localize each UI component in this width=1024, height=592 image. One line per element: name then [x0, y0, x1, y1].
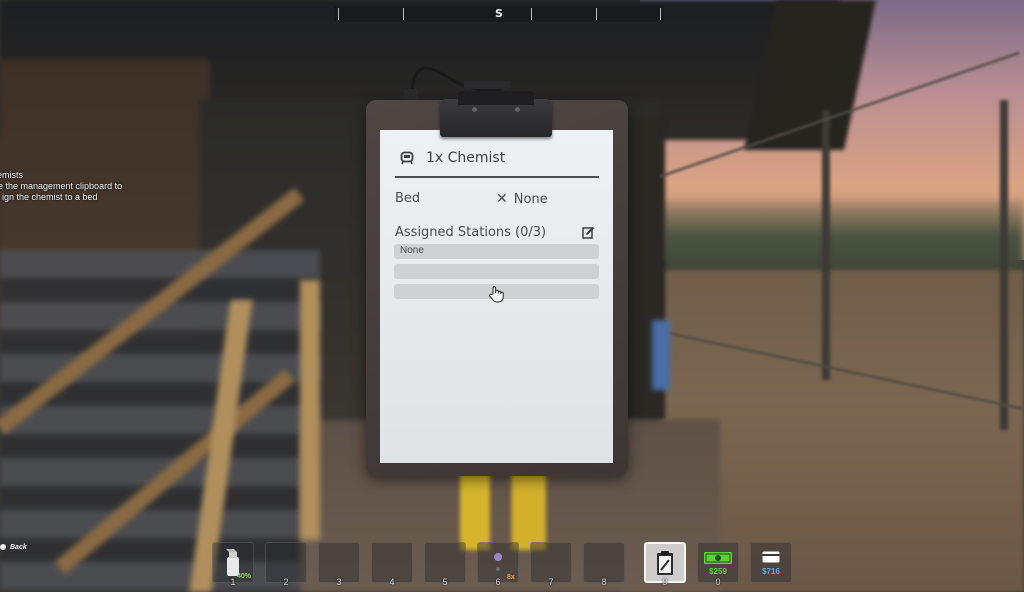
- cash-amount: $259: [709, 567, 727, 576]
- clipboard-clip: [440, 91, 552, 137]
- hotbar-number: 7: [548, 577, 554, 587]
- hotbar-number: 2: [283, 577, 289, 587]
- bed-assignment[interactable]: ✕ None: [496, 191, 548, 207]
- hotbar-number: 1: [230, 577, 236, 587]
- clipboard-icon: [657, 551, 673, 575]
- x-icon: ✕: [496, 191, 508, 207]
- hotbar-number: 9: [662, 577, 668, 587]
- compass-bar: S: [334, 6, 664, 22]
- back-hint[interactable]: Back: [0, 544, 27, 551]
- hotbar-number: 4: [389, 577, 395, 587]
- bed-label: Bed: [395, 191, 421, 206]
- fence-pole: [1000, 100, 1008, 430]
- bed-value: None: [513, 191, 548, 207]
- chemist-npc: [460, 470, 546, 550]
- employee-title: 1x Chemist: [400, 148, 505, 168]
- assigned-stations-label: Assigned Stations (0/3): [395, 225, 547, 240]
- npc-figure: [652, 320, 670, 390]
- objective-title: emists: [0, 170, 24, 180]
- hotbar-number: 6: [495, 577, 501, 587]
- objective-panel: emists e the management clipboard to ign…: [0, 170, 122, 203]
- objective-line: ign the chemist to a bed: [2, 192, 98, 202]
- cash-icon: [704, 552, 732, 564]
- objective-line: e the management clipboard to: [0, 181, 123, 191]
- back-label: Back: [10, 544, 27, 551]
- fence-pole: [822, 110, 830, 380]
- hotbar-number: 5: [442, 577, 448, 587]
- card-balance: $716: [762, 567, 780, 576]
- hotbar-number: 3: [336, 577, 342, 587]
- hotbar-number: 0: [715, 577, 721, 587]
- compass-heading: S: [495, 7, 503, 20]
- station-slot[interactable]: None: [394, 244, 599, 259]
- hand-cursor-icon: [489, 286, 504, 303]
- station-slot-text: None: [400, 245, 424, 256]
- card-icon: [762, 551, 780, 563]
- hotbar-number: 8: [601, 577, 607, 587]
- item-icon: [494, 553, 502, 571]
- employee-title-text: 1x Chemist: [426, 150, 506, 166]
- edit-icon[interactable]: [582, 226, 595, 239]
- railing-post: [300, 280, 320, 540]
- title-divider: [395, 176, 599, 178]
- chemist-icon: [400, 151, 414, 165]
- right-click-icon: [0, 544, 6, 551]
- station-slot[interactable]: [394, 264, 599, 279]
- card-slot[interactable]: $716: [750, 542, 792, 583]
- tree-line: [660, 200, 1024, 280]
